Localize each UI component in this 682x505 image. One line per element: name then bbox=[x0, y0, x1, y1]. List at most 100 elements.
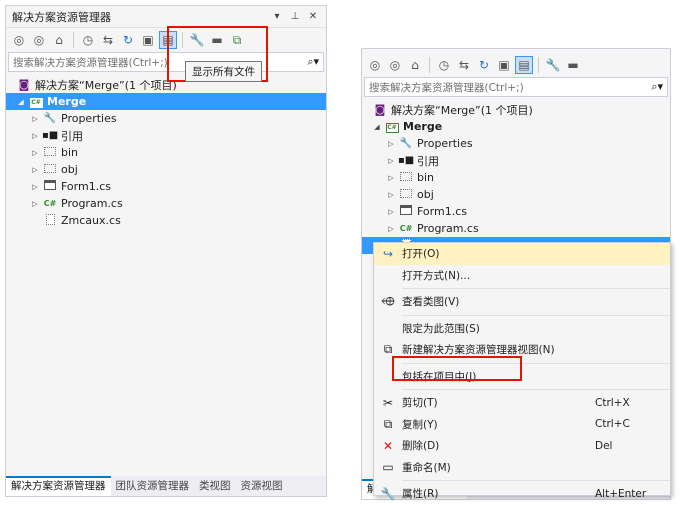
pin-icon[interactable]: ⊥ bbox=[288, 11, 302, 22]
solution-explorer-left: 解决方案资源管理器 ▾ ⊥ ✕ ◎ ◎ ⌂ ◷ ⇆ ↻ ▣ ▤ 🔧 ▬ ⧉ 搜索… bbox=[5, 5, 327, 497]
menu-label: 查看类图(V) bbox=[402, 296, 460, 309]
collapse-all-icon[interactable]: ▣ bbox=[495, 56, 513, 74]
collapsed-arrow-icon[interactable]: ▷ bbox=[384, 208, 398, 216]
folder-icon bbox=[42, 163, 58, 176]
dropdown-icon[interactable]: ▾ bbox=[270, 11, 284, 22]
menu-label: 新建解决方案资源管理器视图(N) bbox=[402, 344, 555, 357]
menu-item-copy[interactable]: ⧉ 复制(Y) Ctrl+C bbox=[374, 414, 670, 436]
menu-item-delete[interactable]: ✕ 删除(D) Del bbox=[374, 435, 670, 457]
solution-icon: ◙ bbox=[18, 78, 30, 91]
collapsed-arrow-icon[interactable]: ▷ bbox=[384, 157, 398, 165]
search-box[interactable]: 搜索解决方案资源管理器(Ctrl+;) ⌕▾ bbox=[8, 52, 324, 72]
tree-label: 解决方案“Merge”(1 个项目) bbox=[391, 103, 533, 117]
collapsed-arrow-icon[interactable]: ▷ bbox=[384, 191, 398, 199]
collapsed-arrow-icon[interactable]: ▷ bbox=[28, 200, 42, 208]
wrench-icon: 🔧 bbox=[399, 138, 413, 149]
tree-label: Program.cs bbox=[417, 222, 479, 235]
collapsed-arrow-icon[interactable]: ▷ bbox=[384, 225, 398, 233]
sync-icon[interactable]: ⇆ bbox=[455, 56, 473, 74]
tree-item-zmcaux[interactable]: Zmcaux.cs bbox=[6, 212, 326, 229]
tree-item-form1[interactable]: ▷ Form1.cs bbox=[6, 178, 326, 195]
tree-label: bin bbox=[417, 171, 435, 184]
expanded-arrow-icon[interactable]: ◢ bbox=[370, 123, 384, 131]
collapsed-arrow-icon[interactable]: ▷ bbox=[28, 149, 42, 157]
tree-item-program[interactable]: ▷ C# Program.cs bbox=[6, 195, 326, 212]
show-all-files-icon[interactable]: ▤ bbox=[515, 56, 533, 74]
form-icon bbox=[398, 205, 414, 218]
menu-label: 打开方式(N)... bbox=[402, 269, 471, 282]
tab-team-explorer[interactable]: 团队资源管理器 bbox=[111, 476, 195, 496]
panel-title: 解决方案资源管理器 bbox=[12, 10, 111, 24]
tree-item-references[interactable]: ▷ ▪■ 引用 bbox=[6, 127, 326, 144]
menu-label: 复制(Y) bbox=[402, 418, 438, 431]
menu-item-scope-to-this[interactable]: 限定为此范围(S) bbox=[374, 318, 670, 340]
menu-item-cut[interactable]: ✂ 剪切(T) Ctrl+X bbox=[374, 392, 670, 414]
tree-label: Form1.cs bbox=[417, 205, 467, 218]
menu-separator bbox=[402, 288, 670, 289]
tree-solution[interactable]: ◙ 解决方案“Merge”(1 个项目) bbox=[6, 76, 326, 93]
toolbar-separator bbox=[73, 32, 74, 48]
home-icon[interactable]: ⌂ bbox=[406, 56, 424, 74]
references-icon: ▪■ bbox=[42, 130, 59, 141]
search-box[interactable]: 搜索解决方案资源管理器(Ctrl+;) ⌕▾ bbox=[364, 77, 668, 97]
back-icon[interactable]: ◎ bbox=[10, 31, 28, 49]
tree-item-properties[interactable]: ▷ 🔧 Properties bbox=[6, 110, 326, 127]
tree-project[interactable]: ◢ C# Merge bbox=[6, 93, 326, 110]
close-icon[interactable]: ✕ bbox=[306, 11, 320, 22]
sync-icon[interactable]: ⇆ bbox=[99, 31, 117, 49]
collapsed-arrow-icon[interactable]: ▷ bbox=[28, 115, 42, 123]
tree-item-program[interactable]: ▷ C# Program.cs bbox=[362, 220, 670, 237]
menu-item-view-class-diagram[interactable]: ⬲ 查看类图(V) bbox=[374, 291, 670, 313]
tree-label: Zmcaux.cs bbox=[61, 214, 121, 227]
tree-item-form1[interactable]: ▷ Form1.cs bbox=[362, 203, 670, 220]
tree-item-properties[interactable]: ▷ 🔧 Properties bbox=[362, 135, 670, 152]
tree-label: Merge bbox=[47, 95, 87, 108]
collapse-all-icon[interactable]: ▣ bbox=[139, 31, 157, 49]
collapsed-arrow-icon[interactable]: ▷ bbox=[28, 183, 42, 191]
menu-shortcut: Del bbox=[595, 439, 613, 452]
tree-label: Merge bbox=[403, 120, 443, 133]
preview-icon[interactable]: ▬ bbox=[564, 56, 582, 74]
tree-label: Program.cs bbox=[61, 197, 123, 210]
menu-item-properties[interactable]: 🔧 属性(R) Alt+Enter bbox=[374, 483, 670, 505]
collapsed-arrow-icon[interactable]: ▷ bbox=[384, 140, 398, 148]
panel-toolbar: ◎ ◎ ⌂ ◷ ⇆ ↻ ▣ ▤ 🔧 ▬ ⧉ bbox=[6, 28, 326, 52]
tree-item-bin[interactable]: ▷ bin bbox=[6, 144, 326, 161]
menu-item-rename[interactable]: ▭ 重命名(M) bbox=[374, 457, 670, 479]
forward-icon[interactable]: ◎ bbox=[386, 56, 404, 74]
tree-item-bin[interactable]: ▷ bin bbox=[362, 169, 670, 186]
menu-item-open[interactable]: ↪ 打开(O) bbox=[374, 243, 670, 265]
tab-solution-explorer[interactable]: 解决方案资源管理器 bbox=[6, 476, 111, 496]
back-icon[interactable]: ◎ bbox=[366, 56, 384, 74]
folder-icon bbox=[42, 146, 58, 159]
collapsed-arrow-icon[interactable]: ▷ bbox=[28, 166, 42, 174]
properties-wrench-icon[interactable]: 🔧 bbox=[544, 56, 562, 74]
forward-icon[interactable]: ◎ bbox=[30, 31, 48, 49]
tree-label: Properties bbox=[417, 137, 473, 150]
refresh-icon[interactable]: ↻ bbox=[475, 56, 493, 74]
menu-label: 限定为此范围(S) bbox=[402, 322, 480, 335]
home-icon[interactable]: ⌂ bbox=[50, 31, 68, 49]
tree-label: obj bbox=[417, 188, 434, 201]
highlight-box bbox=[392, 356, 522, 381]
tab-resource-view[interactable]: 资源视图 bbox=[236, 476, 288, 496]
tree-project[interactable]: ◢ C# Merge bbox=[362, 118, 670, 135]
tree-item-references[interactable]: ▷ ▪■ 引用 bbox=[362, 152, 670, 169]
collapsed-arrow-icon[interactable]: ▷ bbox=[384, 174, 398, 182]
refresh-icon[interactable]: ↻ bbox=[119, 31, 137, 49]
search-icon[interactable]: ⌕▾ bbox=[651, 80, 663, 94]
search-input[interactable]: 搜索解决方案资源管理器(Ctrl+;) bbox=[369, 80, 651, 95]
pending-changes-icon[interactable]: ◷ bbox=[79, 31, 97, 49]
menu-item-open-with[interactable]: 打开方式(N)... bbox=[374, 265, 670, 287]
pending-changes-icon[interactable]: ◷ bbox=[435, 56, 453, 74]
tree-solution[interactable]: ◙ 解决方案“Merge”(1 个项目) bbox=[362, 101, 670, 118]
folder-icon bbox=[398, 171, 414, 184]
tree-item-obj[interactable]: ▷ obj bbox=[6, 161, 326, 178]
csharp-file-icon: C# bbox=[43, 199, 57, 208]
collapsed-arrow-icon[interactable]: ▷ bbox=[28, 132, 42, 140]
excluded-file-icon bbox=[42, 213, 58, 228]
expanded-arrow-icon[interactable]: ◢ bbox=[14, 98, 28, 106]
tab-class-view[interactable]: 类视图 bbox=[194, 476, 236, 496]
tree-item-obj[interactable]: ▷ obj bbox=[362, 186, 670, 203]
search-icon[interactable]: ⌕▾ bbox=[307, 55, 319, 69]
